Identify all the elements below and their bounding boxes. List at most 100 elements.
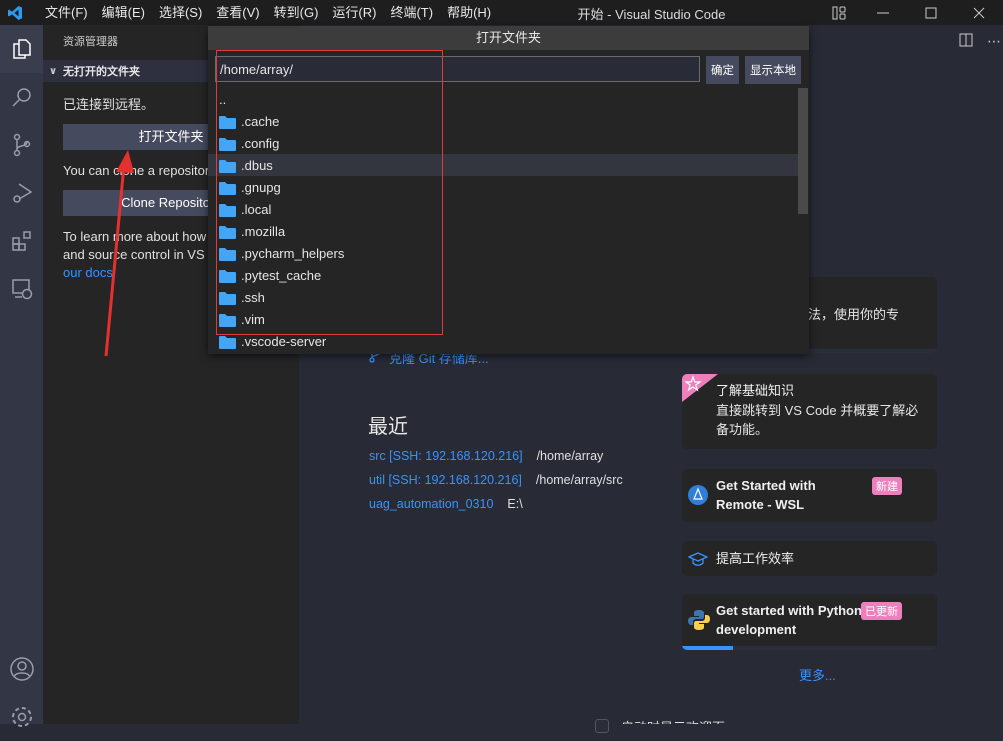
minimize-icon[interactable]: [859, 0, 907, 25]
folder-name: .dbus: [241, 157, 273, 173]
folder-icon: [219, 137, 236, 151]
folder-name: .pycharm_helpers: [241, 245, 345, 261]
folder-item[interactable]: .cache: [208, 110, 798, 132]
card-title: Get Started with Remote - WSL: [716, 478, 816, 512]
folder-icon: [219, 247, 236, 261]
settings-gear-icon[interactable]: [0, 693, 43, 741]
folder-name: .pytest_cache: [241, 267, 322, 283]
menu-file[interactable]: 文件(F): [38, 0, 95, 25]
recent-item-path: /home/array: [536, 449, 604, 463]
folder-icon: [219, 181, 236, 195]
folder-icon: [219, 115, 236, 129]
card-progress: [682, 646, 937, 650]
recent-item-path: /home/array/src: [535, 473, 623, 487]
recent-item: src [SSH: 192.168.120.216] /home/array: [369, 444, 623, 468]
recent-item-link[interactable]: util [SSH: 192.168.120.216]: [369, 473, 522, 487]
explorer-icon[interactable]: [0, 25, 43, 73]
card-desc: 直接跳转到 VS Code 并概要了解必备功能。: [716, 403, 919, 437]
recent-item: uag_automation_0310 E:\: [369, 492, 623, 516]
menu-run[interactable]: 运行(R): [325, 0, 383, 25]
chevron-down-icon: ∨: [48, 65, 58, 77]
recent-item-link[interactable]: uag_automation_0310: [369, 497, 493, 511]
walkthrough-card-productivity[interactable]: 提高工作效率: [682, 541, 937, 576]
folder-icon: [219, 203, 236, 217]
show-welcome-label: 启动时显示欢迎页: [621, 717, 725, 724]
menu-view[interactable]: 查看(V): [209, 0, 266, 25]
dialog-title: 打开文件夹: [208, 26, 809, 50]
section-label: 无打开的文件夹: [63, 66, 140, 78]
maximize-icon[interactable]: [907, 0, 955, 25]
folder-item[interactable]: .local: [208, 198, 798, 220]
folder-name: .ssh: [241, 289, 265, 305]
show-local-button[interactable]: 显示本地: [745, 56, 801, 84]
layout-icon[interactable]: [819, 0, 859, 25]
folder-item[interactable]: .config: [208, 132, 798, 154]
folder-item[interactable]: .vscode-server: [208, 330, 798, 352]
folder-icon: [219, 159, 236, 173]
menu-help[interactable]: 帮助(H): [440, 0, 498, 25]
folder-list-scrollbar[interactable]: [798, 88, 808, 214]
recent-item-link[interactable]: src [SSH: 192.168.120.216]: [369, 449, 523, 463]
folder-name: .gnupg: [241, 179, 281, 195]
updated-badge: 已更新: [861, 602, 902, 620]
walkthrough-card-python[interactable]: Get started with Python development 已更新: [682, 594, 937, 650]
menu-selection[interactable]: 选择(S): [152, 0, 209, 25]
menu-terminal[interactable]: 终端(T): [383, 0, 440, 25]
card-title: 提高工作效率: [716, 551, 795, 566]
recent-item-path: E:\: [507, 497, 523, 511]
account-icon[interactable]: [0, 645, 43, 693]
folder-path-input[interactable]: [215, 56, 700, 82]
close-icon[interactable]: [955, 0, 1003, 25]
show-welcome-checkbox[interactable]: [595, 719, 609, 733]
folder-item[interactable]: .dbus: [208, 154, 798, 176]
card-title: 了解基础知识: [716, 383, 795, 398]
run-debug-icon[interactable]: [0, 169, 43, 217]
folder-item[interactable]: .pytest_cache: [208, 264, 798, 286]
folder-name: .vim: [241, 311, 265, 327]
folder-name: .vscode-server: [241, 333, 327, 349]
python-icon: [688, 609, 710, 636]
folder-item[interactable]: .pycharm_helpers: [208, 242, 798, 264]
walkthrough-card-fundamentals[interactable]: 了解基础知识 直接跳转到 VS Code 并概要了解必备功能。: [682, 374, 937, 449]
recent-list: src [SSH: 192.168.120.216] /home/array u…: [369, 444, 623, 516]
folder-name: .config: [241, 135, 280, 151]
menu-go[interactable]: 转到(G): [267, 0, 326, 25]
folder-item[interactable]: .mozilla: [208, 220, 798, 242]
folder-item[interactable]: .ssh: [208, 286, 798, 308]
folder-icon: [219, 225, 236, 239]
split-editor-icon[interactable]: [959, 33, 973, 50]
parent-entry-label: ..: [219, 91, 227, 107]
folder-item[interactable]: .gnupg: [208, 176, 798, 198]
docs-link[interactable]: our docs: [63, 265, 113, 280]
more-walkthroughs-link[interactable]: 更多...: [799, 665, 836, 684]
linux-penguin-icon: [688, 485, 708, 510]
menu-edit[interactable]: 编辑(E): [95, 0, 152, 25]
mortarboard-icon: [687, 550, 709, 573]
remote-explorer-icon[interactable]: [0, 265, 43, 313]
parent-directory-item[interactable]: ..: [208, 88, 798, 110]
search-icon[interactable]: [0, 73, 43, 121]
folder-icon: [219, 291, 236, 305]
folder-name: .local: [241, 201, 272, 217]
extensions-icon[interactable]: [0, 217, 43, 265]
confirm-button[interactable]: 确定: [706, 56, 739, 84]
folder-icon: [219, 335, 236, 349]
title-bar: 文件(F) 编辑(E) 选择(S) 查看(V) 转到(G) 运行(R) 终端(T…: [0, 0, 1003, 25]
window-controls: [819, 0, 1003, 25]
folder-name: .cache: [241, 113, 280, 129]
folder-item[interactable]: .vim: [208, 308, 798, 330]
vscode-logo-icon: [2, 0, 28, 25]
more-actions-icon[interactable]: ⋯: [987, 33, 1001, 50]
new-badge: 新建: [872, 477, 902, 495]
folder-list: .. .cache .config .dbus .gnupg .local .mozill…: [208, 88, 798, 354]
activity-bar: [0, 25, 43, 727]
card-title: Get started with Python development: [716, 603, 862, 637]
source-control-icon[interactable]: [0, 121, 43, 169]
recent-item: util [SSH: 192.168.120.216] /home/array/…: [369, 468, 623, 492]
walkthrough-card-remote-wsl[interactable]: Get Started with Remote - WSL 新建: [682, 469, 937, 522]
recent-heading: 最近: [368, 416, 408, 438]
folder-icon: [219, 269, 236, 283]
star-icon: [682, 374, 718, 407]
folder-name: .mozilla: [241, 223, 286, 239]
open-folder-dialog: 打开文件夹 确定 显示本地 .. .cache .config .dbus .gnup…: [208, 26, 809, 354]
